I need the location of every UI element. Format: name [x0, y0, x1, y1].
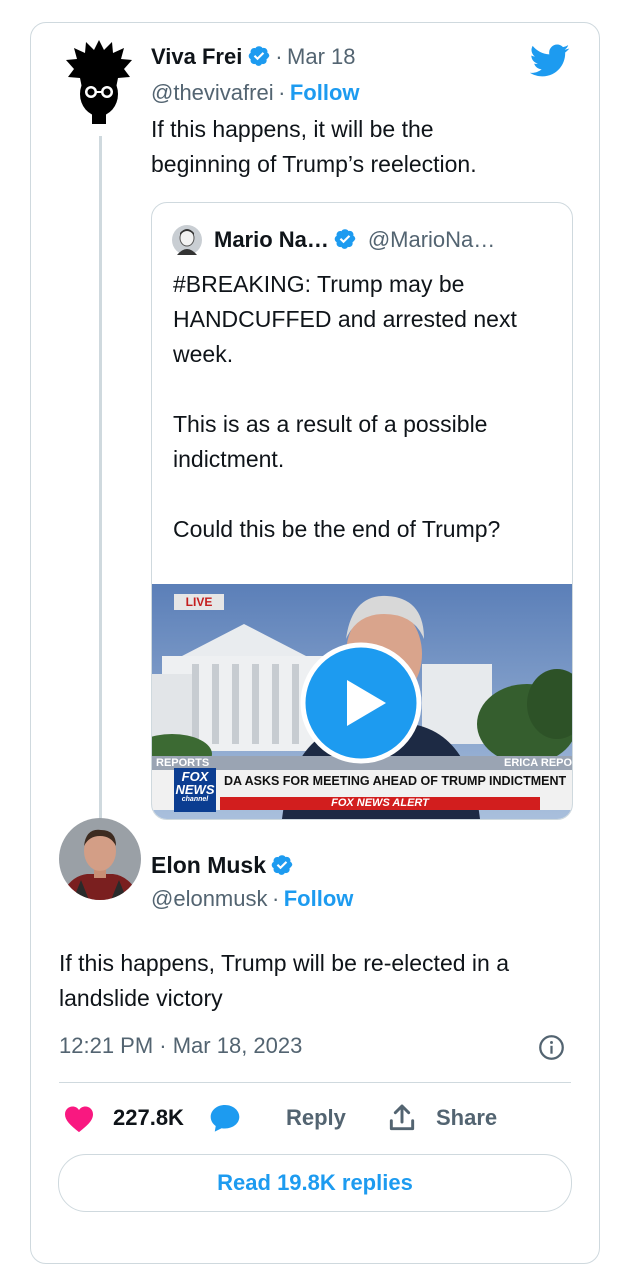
tweet-text-line: If this happens, it will be the — [151, 116, 434, 142]
quoted-tweet-text: #BREAKING: Trump may be HANDCUFFED and a… — [173, 267, 563, 547]
speech-bubble-icon[interactable] — [208, 1103, 242, 1133]
tweet-text-line: week. — [173, 341, 234, 367]
avatar-elon-musk[interactable] — [59, 818, 141, 900]
twitter-bird-icon[interactable] — [530, 44, 570, 78]
display-name: Mario Na… — [214, 227, 329, 252]
original-tweet-header: Viva Frei · Mar 18 — [151, 44, 356, 70]
share-action[interactable]: Share — [386, 1101, 497, 1135]
handle: @MarioNa… — [367, 227, 496, 252]
reply-tweet-text: If this happens, Trump will be re-electe… — [59, 946, 509, 1016]
share-label: Share — [436, 1105, 498, 1130]
separator: · — [278, 80, 286, 105]
news-alert-label: FOX NEWS ALERT — [331, 797, 429, 809]
logo-line: channel — [181, 796, 209, 803]
separator: · — [271, 886, 280, 911]
tweet-text-line: #BREAKING: Trump may be — [173, 271, 465, 297]
follow-button[interactable]: Follow — [290, 80, 360, 105]
reply-action[interactable]: Reply — [208, 1101, 346, 1135]
tweet-text-line: HANDCUFFED and arrested next — [173, 306, 517, 332]
like-action[interactable]: 227.8K — [63, 1101, 184, 1135]
display-name[interactable]: Elon Musk — [151, 852, 266, 878]
tweet-text-line: landslide victory — [59, 985, 223, 1011]
tweet-date[interactable]: Mar 18 — [287, 44, 355, 69]
video-headline: DA ASKS FOR MEETING AHEAD OF TRUMP INDIC… — [224, 774, 567, 788]
tweet-text-line: This is as a result of a possible — [173, 411, 488, 437]
tweet-text-line: indictment. — [173, 446, 285, 472]
verified-badge-icon — [335, 229, 356, 249]
avatar-mario — [172, 225, 202, 255]
avatar-viva-frei[interactable] — [66, 40, 132, 130]
handle[interactable]: @thevivafrei — [151, 80, 274, 105]
original-tweet-text: If this happens, it will be the beginnin… — [151, 112, 477, 182]
logo-line: NEWS — [175, 782, 215, 797]
reply-tweet-header: Elon Musk — [151, 852, 294, 879]
reports-label: REPORTS — [156, 757, 210, 769]
separator: · — [275, 44, 283, 69]
share-upload-icon[interactable] — [386, 1102, 418, 1134]
original-tweet-handle-row: @thevivafrei · Follow — [151, 80, 360, 106]
video-player[interactable]: LIVE REPORTS ERICA REPO FOX NEWS channel… — [152, 584, 572, 819]
reply-tweet-handle-row: @elonmusk · Follow — [151, 886, 353, 912]
follow-button[interactable]: Follow — [284, 886, 354, 911]
play-icon[interactable] — [300, 642, 422, 764]
info-icon[interactable] — [538, 1034, 565, 1061]
quoted-tweet-header: Mario Na… @MarioNa… — [214, 227, 495, 253]
tweet-text-line: If this happens, Trump will be re-electe… — [59, 950, 510, 976]
divider — [59, 1082, 571, 1083]
tweet-text-line: beginning of Trump’s reelection. — [151, 151, 477, 177]
lower-third-right-label: ERICA REPO — [504, 757, 572, 769]
tweet-timestamp[interactable]: 12:21 PM · Mar 18, 2023 — [59, 1033, 302, 1059]
verified-badge-icon — [248, 46, 270, 66]
verified-badge-icon — [272, 855, 293, 875]
heart-icon[interactable] — [63, 1103, 95, 1133]
fox-news-logo: FOX NEWS channel — [174, 770, 216, 803]
like-count: 227.8K — [113, 1105, 184, 1130]
handle[interactable]: @elonmusk — [151, 886, 268, 911]
quoted-tweet[interactable]: Mario Na… @MarioNa… #BREAKING: Trump may… — [151, 202, 573, 820]
thread-connector-line — [99, 136, 102, 832]
read-replies-button[interactable]: Read 19.8K replies — [58, 1154, 572, 1212]
tweet-text-line: Could this be the end of Trump? — [173, 516, 501, 542]
display-name[interactable]: Viva Frei — [151, 44, 242, 69]
live-badge: LIVE — [185, 595, 213, 609]
reply-label: Reply — [286, 1105, 346, 1130]
